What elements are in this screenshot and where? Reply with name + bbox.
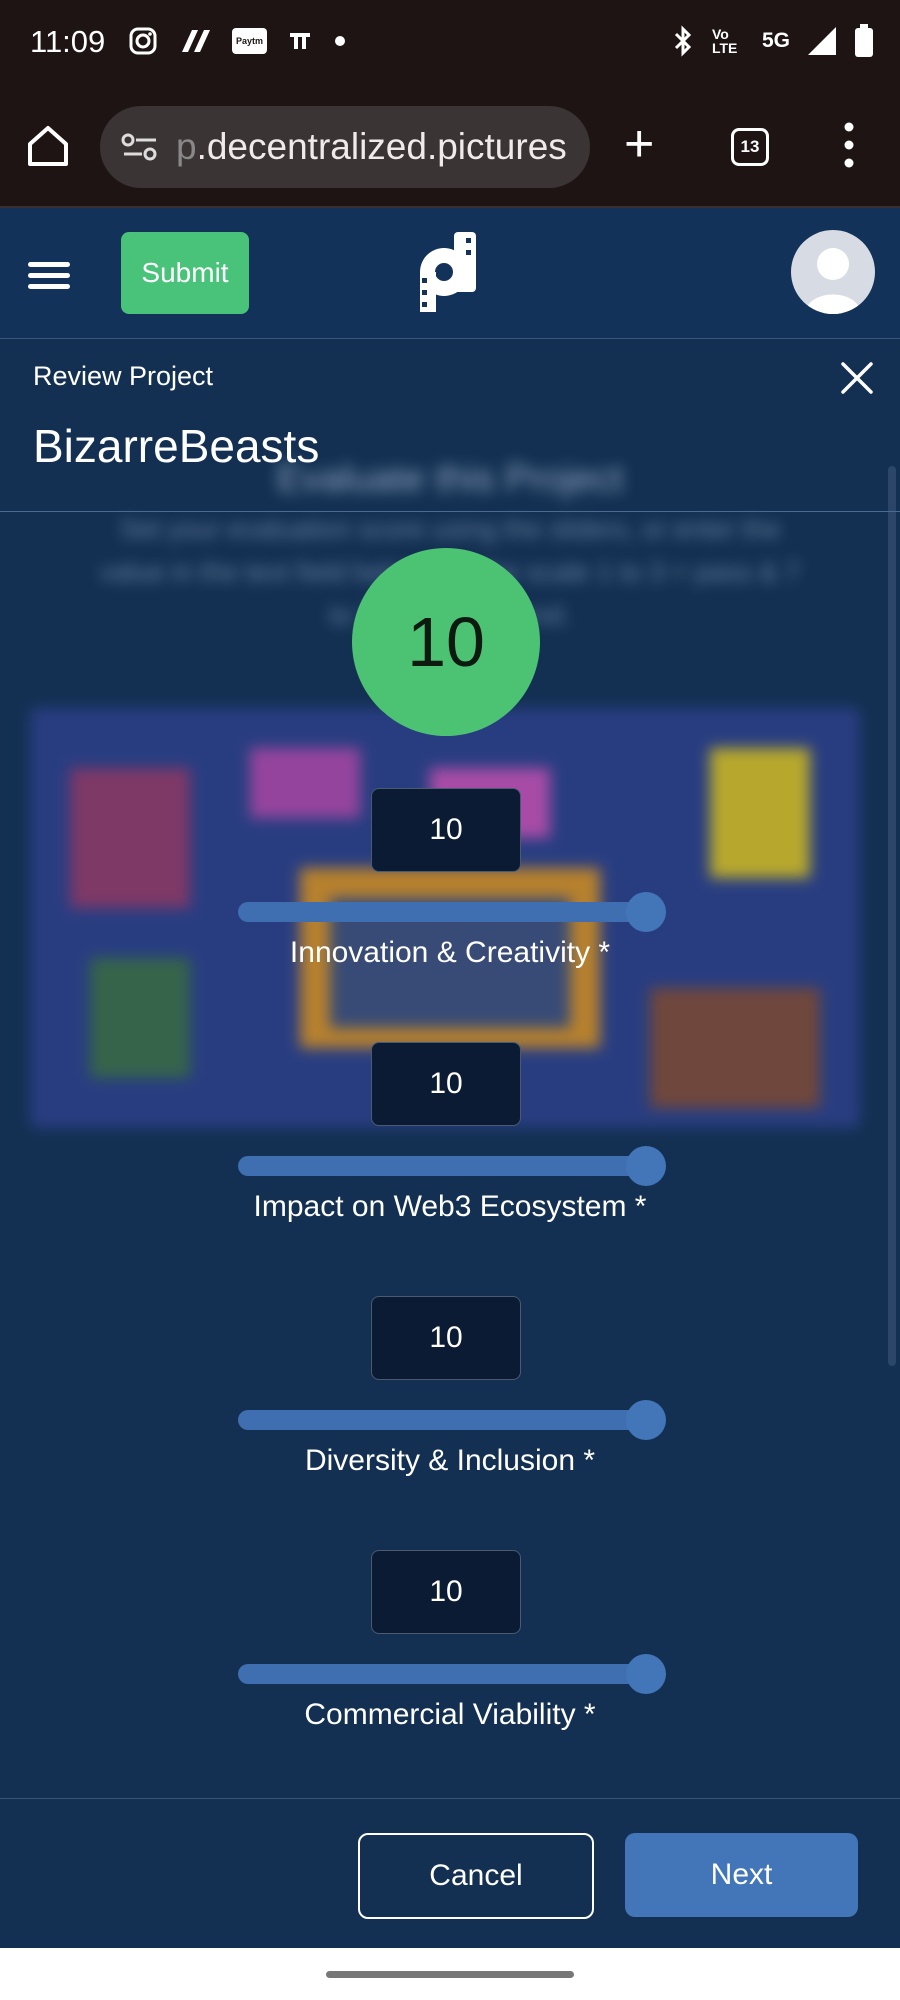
status-time: 11:09	[30, 24, 106, 59]
next-button[interactable]: Next	[625, 1833, 858, 1917]
modal-footer: Cancel Next	[0, 1798, 900, 1948]
criterion-label: Diversity & Inclusion *	[304, 1444, 596, 1477]
score-input[interactable]: 10	[371, 788, 521, 872]
dot-icon	[335, 36, 346, 46]
cancel-button[interactable]: Cancel	[358, 1833, 594, 1919]
battery-icon	[855, 24, 873, 57]
submit-button[interactable]: Submit	[121, 232, 249, 314]
criterion-diversity: 10 Diversity & Inclusion *	[0, 1296, 900, 1496]
url-faded: p	[176, 126, 197, 167]
slider-thumb[interactable]	[626, 1654, 666, 1694]
gesture-nav-bar	[0, 1948, 900, 2000]
signal-icon	[808, 27, 836, 55]
system-icons: Vo LTE 5G	[670, 24, 874, 58]
criterion-impact: 10 Impact on Web3 Ecosystem *	[0, 1042, 900, 1242]
criterion-label: Innovation & Creativity *	[289, 936, 611, 969]
criterion-commercial: 10 Commercial Viability *	[0, 1550, 900, 1750]
app-page: Submit Evaluate this Project Set your ev…	[0, 208, 900, 1948]
flipkart-icon	[182, 30, 210, 52]
home-icon[interactable]	[24, 122, 72, 170]
address-bar[interactable]: p.decentralized.pictures	[100, 106, 590, 188]
score-input[interactable]: 10	[371, 1550, 521, 1634]
close-icon[interactable]	[840, 361, 874, 395]
slider-thumb[interactable]	[626, 1146, 666, 1186]
logo[interactable]	[418, 232, 480, 314]
url-text[interactable]: p.decentralized.pictures	[176, 126, 586, 168]
criterion-label: Impact on Web3 Ecosystem *	[253, 1190, 647, 1223]
home-gesture-pill[interactable]	[326, 1971, 574, 1978]
slider-track[interactable]	[238, 902, 646, 922]
slider-track[interactable]	[238, 1664, 646, 1684]
criterion-label: Commercial Viability *	[304, 1698, 596, 1731]
paytm-icon: Paytm	[232, 28, 268, 54]
hamburger-menu-icon[interactable]	[28, 262, 70, 290]
more-options-icon[interactable]	[840, 120, 858, 170]
network-type: 5G	[761, 29, 790, 52]
total-score-badge: 10	[352, 548, 540, 736]
status-bar: 11:09 Paytm Vo LTE 5G	[0, 0, 900, 90]
review-modal-header: Review Project BizarreBeasts	[0, 338, 900, 512]
site-settings-icon[interactable]	[120, 132, 160, 162]
avatar[interactable]	[791, 230, 875, 314]
project-name: BizarreBeasts	[33, 420, 320, 472]
score-input[interactable]: 10	[371, 1042, 521, 1126]
tab-switcher-button[interactable]: 13	[731, 128, 769, 166]
volte-icon: Vo LTE	[711, 26, 738, 56]
slider-thumb[interactable]	[626, 892, 666, 932]
new-tab-icon[interactable]: +	[624, 118, 654, 170]
browser-toolbar: p.decentralized.pictures + 13	[0, 90, 900, 208]
slider-track[interactable]	[238, 1156, 646, 1176]
instagram-icon	[129, 27, 157, 55]
mail-icon	[290, 33, 311, 49]
criterion-innovation: 10 Innovation & Creativity *	[0, 788, 900, 988]
url-main: .decentralized.pictures	[196, 126, 567, 167]
review-label: Review Project	[33, 361, 214, 391]
app-header: Submit	[0, 208, 900, 338]
slider-thumb[interactable]	[626, 1400, 666, 1440]
notification-icons: Paytm	[128, 26, 347, 56]
bluetooth-icon	[674, 25, 692, 57]
user-icon	[805, 248, 861, 314]
score-input[interactable]: 10	[371, 1296, 521, 1380]
slider-track[interactable]	[238, 1410, 646, 1430]
